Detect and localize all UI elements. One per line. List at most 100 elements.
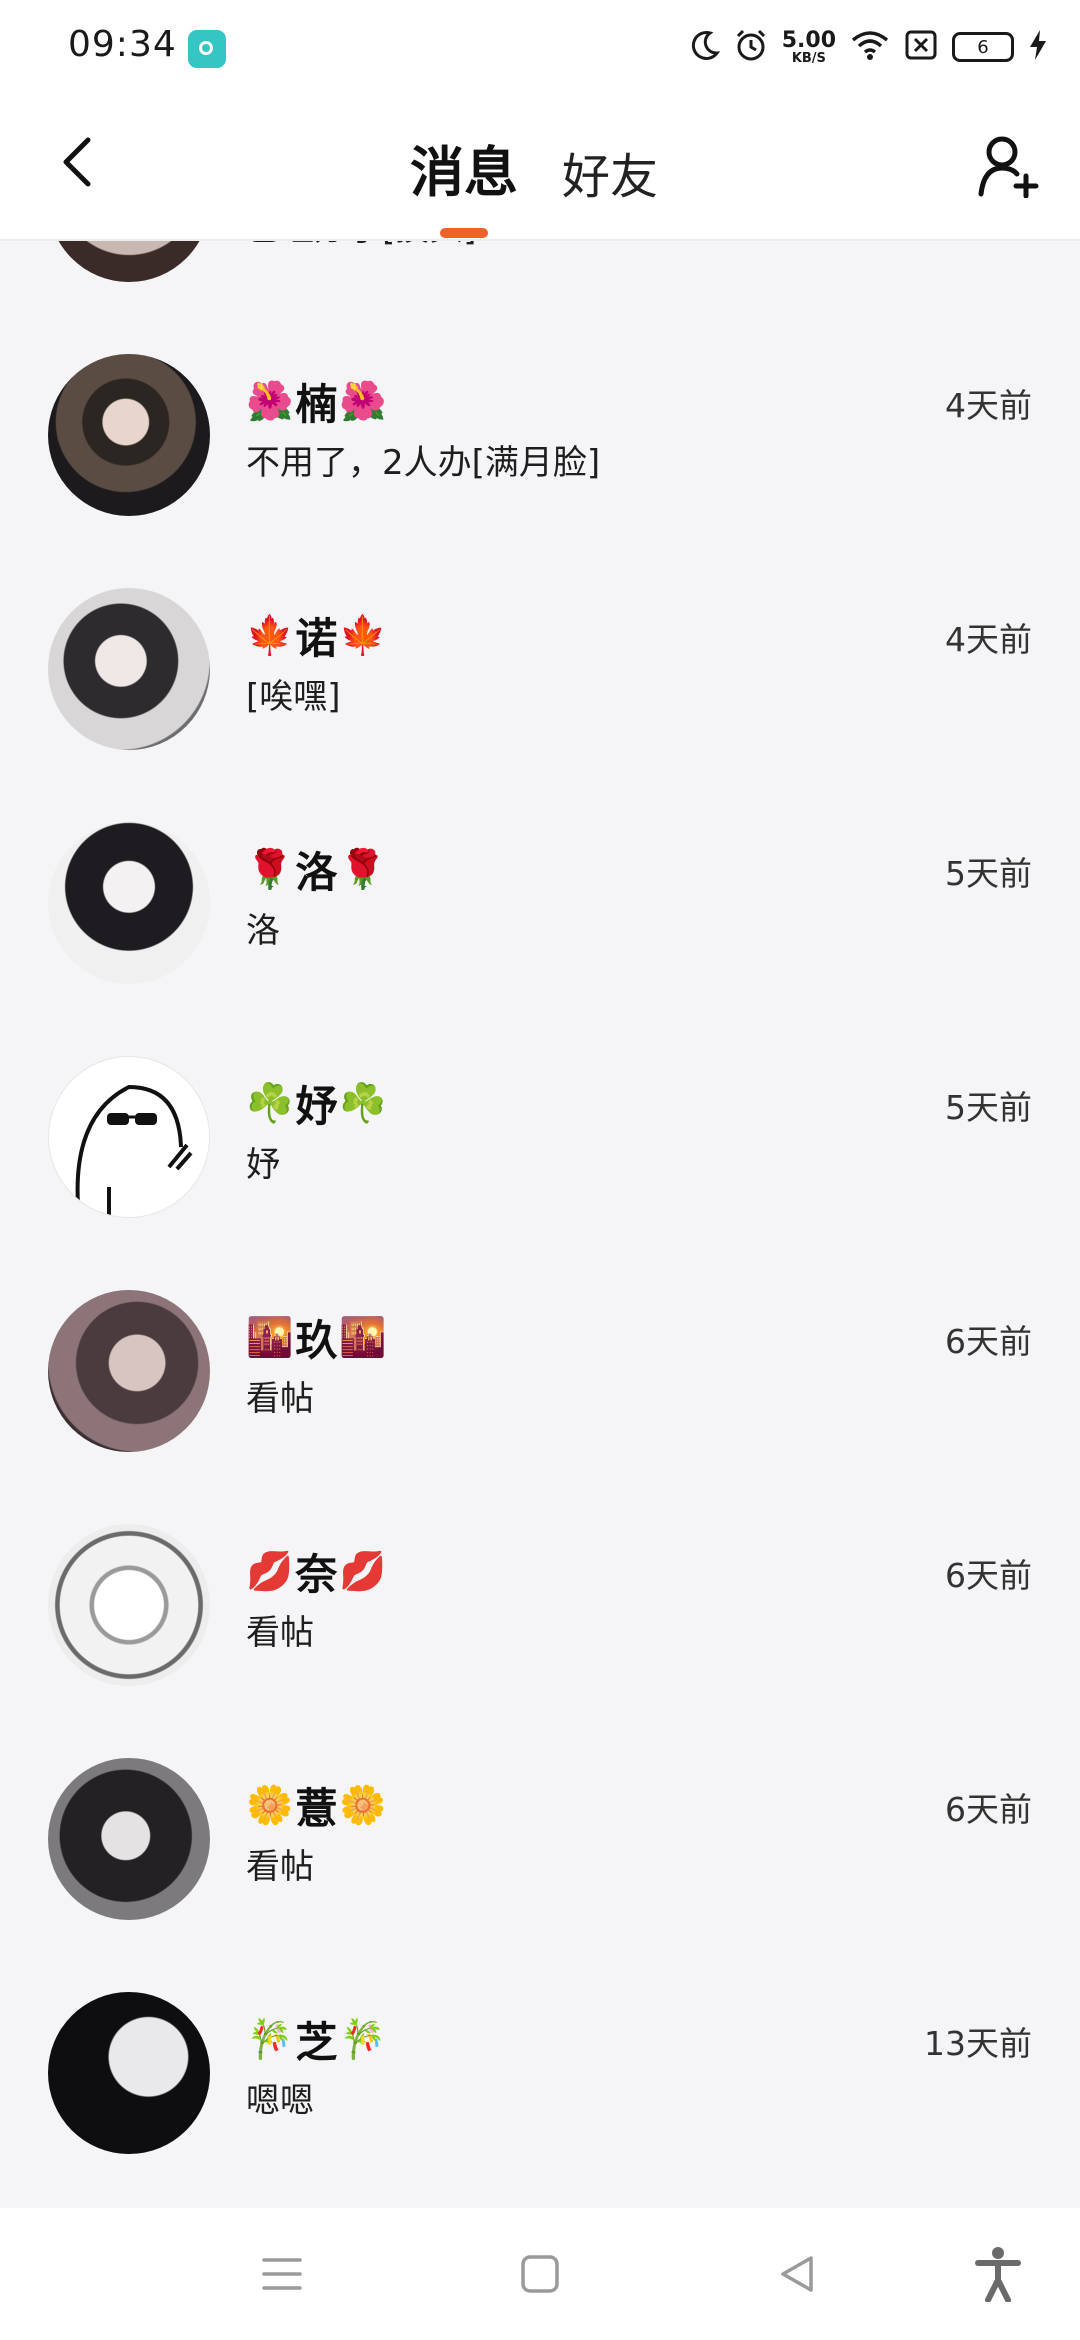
nav-back-button[interactable] <box>762 2238 834 2310</box>
conversation-time: 6天前 <box>945 1556 1032 1595</box>
conversation-name: 🍁 诺 🍁 <box>246 605 387 666</box>
avatar[interactable] <box>48 1758 210 1920</box>
system-nav-bar <box>0 2208 1080 2340</box>
conversation-name: ☘️ 妤 ☘️ <box>246 1073 387 1134</box>
app-notification-icon <box>188 30 226 68</box>
nav-home-button[interactable] <box>504 2238 576 2310</box>
status-time: 09:34 <box>68 24 177 65</box>
name-decoration: 💋 <box>339 1549 387 1593</box>
add-user-icon <box>978 136 1039 198</box>
conversation-name: 🌺 楠 🌺 <box>246 371 387 432</box>
conversation-preview: 嗯嗯 <box>246 2081 314 2121</box>
conversation-row[interactable]: 💋 奈 💋 看帖 6天前 <box>0 1505 1080 1739</box>
conversation-row[interactable]: 已经办了[摸头] <box>0 241 1080 335</box>
conversation-preview: [唉嘿] <box>246 677 341 717</box>
avatar[interactable] <box>48 241 210 282</box>
conversation-time: 4天前 <box>945 386 1032 425</box>
status-bar: 09:34 5.00 KB/S 6 <box>0 0 1080 96</box>
name-decoration: 🌺 <box>246 379 294 423</box>
tab-indicator <box>440 228 488 238</box>
name-decoration: 🌼 <box>339 1783 387 1827</box>
name-decoration: ☘️ <box>246 1081 294 1125</box>
conversation-time: 5天前 <box>945 854 1032 893</box>
name-decoration: 🎋 <box>339 2017 387 2061</box>
conversation-name: 🌼 薏 🌼 <box>246 1775 387 1836</box>
tab-friends[interactable]: 好友 <box>562 137 658 207</box>
name-text: 楠 <box>295 380 338 429</box>
avatar[interactable] <box>48 822 210 984</box>
avatar[interactable] <box>48 588 210 750</box>
conversation-preview: 不用了，2人办[满月脸] <box>246 443 601 483</box>
avatar[interactable] <box>48 1992 210 2154</box>
name-decoration: 🍁 <box>246 613 294 657</box>
conversation-preview: 看帖 <box>246 1379 314 1419</box>
name-decoration: 💋 <box>246 1549 294 1593</box>
conversation-preview: 已经办了[摸头] <box>246 241 477 250</box>
add-friend-button[interactable] <box>974 132 1042 200</box>
name-text: 妤 <box>295 1082 338 1131</box>
name-text: 奈 <box>295 1550 338 1599</box>
home-square-icon <box>521 2255 559 2293</box>
battery-indicator: 6 <box>952 32 1014 62</box>
nav-accessibility-button[interactable] <box>962 2238 1034 2310</box>
name-decoration: 🌺 <box>339 379 387 423</box>
conversation-name: 🎋 芝 🎋 <box>246 2009 387 2070</box>
network-speed: 5.00 KB/S <box>781 27 836 66</box>
conversation-preview: 看帖 <box>246 1613 314 1653</box>
menu-icon <box>262 2258 302 2290</box>
alarm-icon <box>734 28 768 66</box>
nav-menu-button[interactable] <box>246 2238 318 2310</box>
name-decoration: ☘️ <box>339 1081 387 1125</box>
avatar[interactable] <box>48 1524 210 1686</box>
wifi-icon <box>850 29 890 65</box>
conversation-preview: 妤 <box>246 1145 280 1185</box>
back-triangle-icon <box>781 2256 813 2292</box>
name-decoration: 🌹 <box>246 847 294 891</box>
charging-icon <box>1028 29 1048 65</box>
conversation-row[interactable]: 🌼 薏 🌼 看帖 6天前 <box>0 1739 1080 1973</box>
avatar-drawing <box>75 1084 193 1217</box>
conversation-row[interactable]: 🍁 诺 🍁 [唉嘿] 4天前 <box>0 569 1080 803</box>
name-decoration: 🌇 <box>246 1315 294 1359</box>
moon-icon <box>690 29 720 65</box>
status-icons: 5.00 KB/S 6 <box>690 22 1048 72</box>
conversation-name: 💋 奈 💋 <box>246 1541 387 1602</box>
name-decoration: 🍁 <box>339 613 387 657</box>
conversation-row[interactable]: 🌹 洛 🌹 洛 5天前 <box>0 803 1080 1037</box>
conversation-time: 5天前 <box>945 1088 1032 1127</box>
avatar[interactable] <box>48 354 210 516</box>
name-text: 薏 <box>295 1784 338 1833</box>
back-button[interactable] <box>48 132 108 192</box>
name-text: 芝 <box>295 2018 338 2067</box>
conversation-time: 4天前 <box>945 620 1032 659</box>
network-speed-unit: KB/S <box>791 50 826 66</box>
conversation-row[interactable]: ☘️ 妤 ☘️ 妤 5天前 <box>0 1037 1080 1271</box>
accessibility-icon <box>975 2247 1021 2302</box>
conversation-time: 13天前 <box>924 2024 1032 2063</box>
conversation-row[interactable]: 🌺 楠 🌺 不用了，2人办[满月脸] 4天前 <box>0 335 1080 569</box>
name-text: 洛 <box>295 848 338 897</box>
name-decoration: 🌹 <box>339 847 387 891</box>
conversation-time: 6天前 <box>945 1790 1032 1829</box>
name-text: 玖 <box>295 1316 338 1365</box>
conversation-name: 🌹 洛 🌹 <box>246 839 387 900</box>
conversation-list[interactable]: 已经办了[摸头] 🌺 楠 🌺 不用了，2人办[满月脸] 4天前 🍁 诺 🍁 [唉… <box>0 241 1080 2208</box>
conversation-preview: 洛 <box>246 911 280 951</box>
header: 消息 好友 <box>0 96 1080 241</box>
network-speed-value: 5.00 <box>781 27 836 53</box>
tab-messages[interactable]: 消息 <box>410 128 518 207</box>
conversation-row[interactable]: 🌇 玖 🌇 看帖 6天前 <box>0 1271 1080 1505</box>
name-decoration: 🌼 <box>246 1783 294 1827</box>
avatar[interactable] <box>48 1056 210 1218</box>
tab-bar: 消息 好友 <box>410 128 658 207</box>
sim-off-icon <box>904 29 938 65</box>
name-decoration: 🌇 <box>339 1315 387 1359</box>
conversation-preview: 看帖 <box>246 1847 314 1887</box>
name-text: 诺 <box>295 614 338 663</box>
avatar[interactable] <box>48 1290 210 1452</box>
conversation-time: 6天前 <box>945 1322 1032 1361</box>
name-decoration: 🎋 <box>246 2017 294 2061</box>
conversation-name: 🌇 玖 🌇 <box>246 1307 387 1368</box>
conversation-row[interactable]: 🎋 芝 🎋 嗯嗯 13天前 <box>0 1973 1080 2207</box>
chevron-left-icon <box>63 137 91 187</box>
